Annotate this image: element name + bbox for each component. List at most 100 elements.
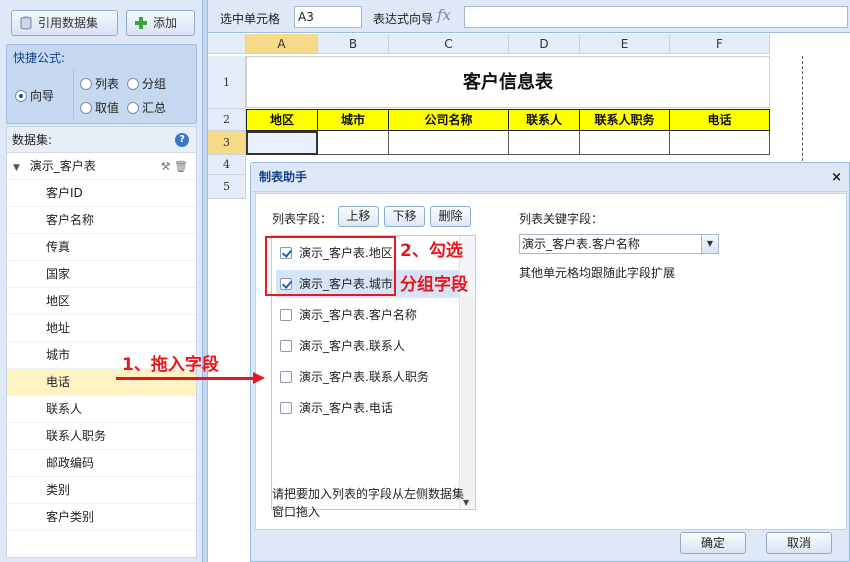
add-button[interactable]: 添加 [126, 10, 195, 36]
database-icon [20, 16, 32, 30]
key-field-value: 演示_客户表.客户名称 [522, 237, 640, 251]
checkbox[interactable] [280, 309, 292, 321]
dialog-title: 制表助手 [259, 170, 308, 184]
tree-root-node[interactable]: ▼ 演示_客户表 ⚒ 🗑 [7, 153, 196, 180]
header-cell[interactable]: 联系人职务 [580, 109, 670, 131]
tree-field-item[interactable]: 国家 [7, 261, 196, 288]
selected-cell-input[interactable]: A3 [294, 6, 362, 28]
report-title-cell[interactable]: 客户信息表 [246, 56, 770, 108]
expression-wizard-label: 表达式向导 [373, 12, 434, 26]
list-field-label: 演示_客户表.电话 [299, 401, 393, 415]
radio-group[interactable]: 分组 [127, 75, 166, 92]
move-up-button[interactable]: 上移 [338, 206, 379, 227]
fx-icon[interactable]: fx [437, 6, 451, 24]
annotation-arrow [116, 377, 256, 380]
sheet-corner[interactable] [208, 34, 246, 54]
header-cell[interactable]: 城市 [318, 109, 389, 131]
tree-field-item[interactable]: 类别 [7, 477, 196, 504]
column-header-f[interactable]: F [670, 34, 770, 54]
tree-field-item[interactable]: 联系人 [7, 396, 196, 423]
help-icon[interactable]: ? [175, 133, 189, 147]
header-cell[interactable]: 联系人 [509, 109, 580, 131]
list-field-item[interactable]: 演示_客户表.联系人职务 [276, 363, 459, 391]
radio-wizard[interactable]: 向导 [15, 87, 54, 104]
divider [73, 69, 74, 119]
list-field-item[interactable]: 演示_客户表.客户名称 [276, 301, 459, 329]
tree-field-item[interactable]: 邮政编码 [7, 450, 196, 477]
radio-label: 分组 [142, 77, 167, 91]
delete-button[interactable]: 删除 [430, 206, 471, 227]
row-header-5[interactable]: 5 [208, 175, 246, 199]
data-cell[interactable] [670, 131, 770, 155]
column-header-b[interactable]: B [318, 34, 389, 54]
reference-dataset-label: 引用数据集 [38, 16, 99, 30]
radio-dot [127, 102, 139, 114]
tree-field-item[interactable]: 联系人职务 [7, 423, 196, 450]
row-header-1[interactable]: 1 [208, 56, 246, 109]
row-header-4[interactable]: 4 [208, 155, 246, 175]
ok-button[interactable]: 确定 [680, 532, 746, 554]
annotation-step2-line2: 分组字段 [400, 275, 468, 295]
page-break-line [802, 56, 803, 166]
table-assistant-dialog: 制表助手 × 列表字段： 上移 下移 删除 演示_客户表.地区 演示_客户表.城… [250, 162, 850, 562]
tree-field-item[interactable]: 客户ID [7, 180, 196, 207]
tree-field-item[interactable]: 客户类别 [7, 504, 196, 531]
checkbox[interactable] [280, 402, 292, 414]
wrench-icon[interactable]: ⚒ [161, 160, 171, 173]
tree-root-label: 演示_客户表 [29, 159, 96, 173]
header-cell[interactable]: 地区 [246, 109, 318, 131]
data-cell[interactable] [509, 131, 580, 155]
scrollbar-thumb[interactable] [461, 296, 474, 501]
radio-dot [15, 90, 27, 102]
list-field-item[interactable]: 演示_客户表.电话 [276, 394, 459, 422]
radio-dot [127, 78, 139, 90]
radio-dot [80, 78, 92, 90]
list-field-label: 演示_客户表.联系人 [299, 339, 405, 353]
row-header-2[interactable]: 2 [208, 109, 246, 131]
checkbox[interactable] [280, 340, 292, 352]
data-cell[interactable] [389, 131, 509, 155]
radio-value[interactable]: 取值 [80, 99, 119, 116]
header-cell[interactable]: 电话 [670, 109, 770, 131]
selected-cell-a3[interactable] [246, 131, 318, 155]
move-down-button[interactable]: 下移 [384, 206, 425, 227]
tree-field-item[interactable]: 地址 [7, 315, 196, 342]
column-header-e[interactable]: E [580, 34, 670, 54]
dataset-tree-header: 数据集: ? [7, 127, 196, 153]
quick-formula-panel: 快捷公式: 向导 列表 分组 取值 汇总 [6, 44, 197, 124]
key-field-select[interactable]: 演示_客户表.客户名称 ▼ [519, 234, 719, 254]
tree-field-item[interactable]: 传真 [7, 234, 196, 261]
column-header-a[interactable]: A [246, 34, 318, 54]
tree-field-item[interactable]: 地区 [7, 288, 196, 315]
radio-label: 汇总 [142, 101, 167, 115]
tree-field-item[interactable]: 客户名称 [7, 207, 196, 234]
key-field-label: 列表关键字段： [519, 212, 604, 226]
dataset-tree: 数据集: ? ▼ 演示_客户表 ⚒ 🗑 客户ID 客户名称 传真 国家 地区 地… [6, 126, 197, 558]
selected-cell-label: 选中单元格 [220, 12, 281, 26]
dialog-title-bar[interactable]: 制表助手 × [251, 163, 850, 192]
reference-dataset-button[interactable]: 引用数据集 [11, 10, 118, 36]
radio-label: 取值 [95, 101, 120, 115]
expression-input[interactable] [464, 6, 848, 28]
column-header-d[interactable]: D [509, 34, 580, 54]
list-field-label: 演示_客户表.联系人职务 [299, 370, 429, 384]
cancel-button[interactable]: 取消 [766, 532, 832, 554]
annotation-step2-line1: 2、勾选 [400, 241, 463, 261]
radio-list[interactable]: 列表 [80, 75, 119, 92]
tree-tools: ⚒ 🗑 [161, 153, 188, 180]
chevron-down-icon[interactable]: ▼ [701, 235, 718, 253]
row-header-3[interactable]: 3 [208, 131, 246, 155]
close-icon[interactable]: × [831, 163, 842, 192]
header-cell[interactable]: 公司名称 [389, 109, 509, 131]
expand-arrow-icon[interactable]: ▼ [13, 155, 20, 182]
radio-label: 列表 [95, 77, 120, 91]
column-header-c[interactable]: C [389, 34, 509, 54]
list-field-label: 演示_客户表.客户名称 [299, 308, 417, 322]
checkbox[interactable] [280, 371, 292, 383]
data-cell[interactable] [580, 131, 670, 155]
left-panel: 引用数据集 添加 快捷公式: 向导 列表 分组 取值 汇总 数据集: ? ▼ 演… [0, 0, 203, 562]
radio-summary[interactable]: 汇总 [127, 99, 166, 116]
list-field-item[interactable]: 演示_客户表.联系人 [276, 332, 459, 360]
trash-icon[interactable]: 🗑 [174, 160, 188, 173]
data-cell[interactable] [318, 131, 389, 155]
